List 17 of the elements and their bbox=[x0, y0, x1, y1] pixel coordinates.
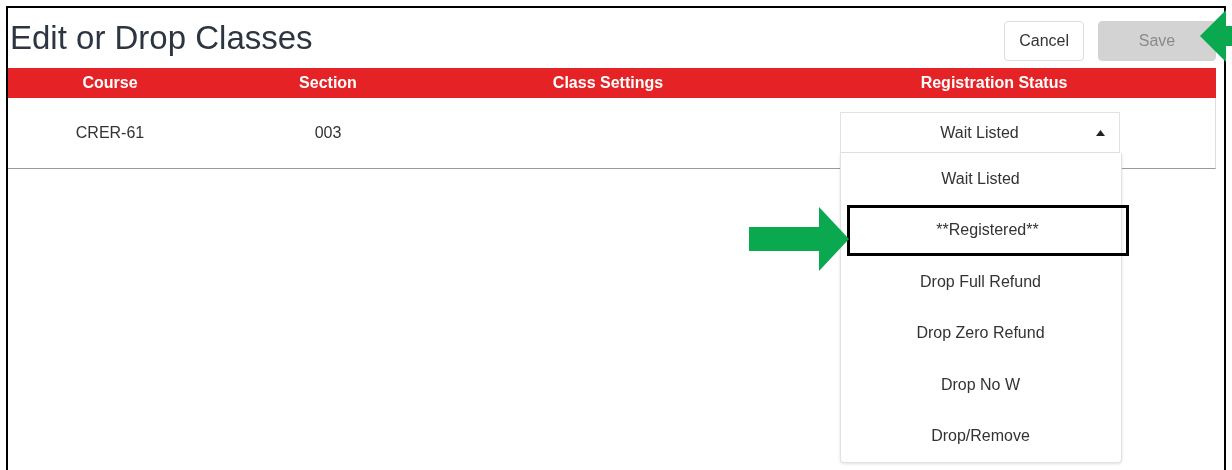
arrow-icon bbox=[1200, 10, 1232, 62]
cancel-button[interactable]: Cancel bbox=[1004, 21, 1084, 61]
column-header: Section bbox=[298, 74, 358, 92]
dropdown-option[interactable]: Drop Full Refund bbox=[840, 256, 1121, 308]
dropdown-option[interactable]: Wait Listed bbox=[840, 153, 1121, 205]
dropdown-option[interactable]: Drop/Remove bbox=[840, 410, 1121, 462]
column-header: Registration Status bbox=[919, 74, 1069, 92]
dropdown-option[interactable]: **Registered** bbox=[846, 204, 1129, 256]
column-header: Course bbox=[81, 74, 139, 92]
arrow-icon bbox=[748, 207, 849, 271]
table-cell-text: 003 bbox=[313, 124, 343, 142]
column-header: Class Settings bbox=[551, 74, 665, 92]
dropdown-option[interactable]: Drop Zero Refund bbox=[840, 307, 1121, 359]
dropdown-option[interactable]: Drop No W bbox=[840, 359, 1121, 411]
page-title: Edit or Drop Classes bbox=[9, 19, 314, 57]
table-cell-text: CRER-61 bbox=[74, 124, 146, 142]
status-dropdown[interactable]: Wait Listed bbox=[839, 112, 1120, 153]
